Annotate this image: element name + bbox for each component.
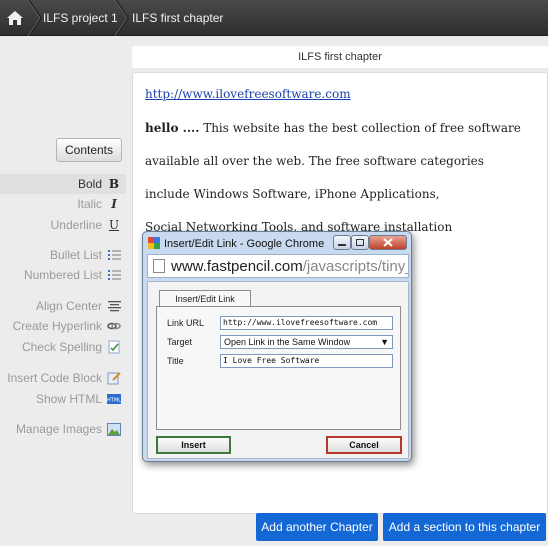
svg-text:HTML: HTML <box>107 398 121 404</box>
target-select-value: Open Link in the Same Window <box>224 337 351 347</box>
tool-label: Underline <box>50 218 102 232</box>
tool-numbered-list[interactable]: Numbered List <box>0 265 126 285</box>
tool-label: Numbered List <box>23 268 102 282</box>
images-icon <box>107 422 121 436</box>
chrome-icon <box>148 237 160 249</box>
maximize-button[interactable] <box>351 235 369 250</box>
minimize-icon <box>338 244 346 246</box>
tool-label: Italic <box>77 197 102 211</box>
title-label: Title <box>167 356 184 366</box>
numbered-list-icon <box>107 268 121 282</box>
url-path: /javascripts/tiny_mc <box>302 257 408 275</box>
insert-link-dialog: Insert/Edit Link - Google Chrome www.fas… <box>142 231 412 462</box>
tool-manage-images[interactable]: Manage Images <box>0 419 126 439</box>
tool-label: Bullet List <box>49 248 102 262</box>
add-section-button[interactable]: Add a section to this chapter <box>383 513 546 541</box>
home-icon <box>7 11 23 25</box>
add-chapter-button[interactable]: Add another Chapter <box>256 513 378 541</box>
maximize-icon <box>356 239 364 246</box>
minimize-button[interactable] <box>333 235 351 250</box>
tool-bullet-list[interactable]: Bullet List <box>0 245 126 265</box>
tool-label: Show HTML <box>35 392 102 406</box>
hyperlink-icon <box>107 319 121 333</box>
align-center-icon <box>107 299 121 313</box>
url-host: www.fastpencil.com <box>171 257 303 275</box>
tool-show-html[interactable]: Show HTML HTML <box>0 389 126 409</box>
tool-label: Bold <box>77 177 102 191</box>
tool-check-spelling[interactable]: Check Spelling <box>0 337 126 357</box>
cancel-button[interactable]: Cancel <box>326 436 402 454</box>
address-bar[interactable]: www.fastpencil.com/javascripts/tiny_mc <box>147 254 409 278</box>
tool-label: Insert Code Block <box>7 371 102 385</box>
tool-label: Align Center <box>35 299 102 313</box>
breadcrumb-separator-icon <box>115 0 129 36</box>
bold-icon: B <box>108 177 120 191</box>
target-select[interactable]: Open Link in the Same Window ▼ <box>220 335 393 349</box>
contents-button[interactable]: Contents <box>56 138 122 162</box>
close-button[interactable] <box>369 235 407 250</box>
paragraph-line-1: hello .... This website has the best col… <box>145 121 521 135</box>
bullet-list-icon <box>107 248 121 262</box>
tool-underline[interactable]: Underline U <box>0 215 126 235</box>
home-button[interactable] <box>0 0 30 36</box>
window-title: Insert/Edit Link - Google Chrome <box>164 238 325 250</box>
tab-insert-edit-link[interactable]: Insert/Edit Link <box>159 290 251 307</box>
breadcrumb-project[interactable]: ILFS project 1 <box>43 0 118 36</box>
tool-create-hyperlink[interactable]: Create Hyperlink <box>0 316 126 336</box>
insert-button[interactable]: Insert <box>156 436 231 454</box>
tool-label: Check Spelling <box>21 340 102 354</box>
hyperlink-text[interactable]: http://www.ilovefreesoftware.com <box>145 87 351 101</box>
chapter-title-bar: ILFS first chapter <box>132 46 548 68</box>
tool-label: Manage Images <box>15 422 102 436</box>
top-navigation-bar: ILFS project 1 ILFS first chapter <box>0 0 548 36</box>
breadcrumb-chapter[interactable]: ILFS first chapter <box>132 0 223 36</box>
spellcheck-icon <box>107 340 121 354</box>
italic-icon: I <box>111 197 117 211</box>
tool-insert-code-block[interactable]: Insert Code Block <box>0 368 126 388</box>
html-icon: HTML <box>107 392 121 406</box>
link-url-label: Link URL <box>167 318 205 328</box>
underline-icon: U <box>108 218 120 232</box>
dialog-body: Insert/Edit Link Link URL http://www.ilo… <box>147 281 409 459</box>
tool-bold[interactable]: Bold B <box>0 174 126 194</box>
target-label: Target <box>167 337 193 347</box>
title-input[interactable]: I Love Free Software <box>220 354 393 368</box>
tool-label: Create Hyperlink <box>12 319 102 333</box>
bold-text: hello .... <box>145 121 200 135</box>
code-block-icon <box>107 371 121 385</box>
breadcrumb-separator-icon <box>28 0 42 36</box>
dropdown-arrow-icon: ▼ <box>380 337 389 347</box>
paragraph-text: This website has the best collection of … <box>199 121 521 135</box>
link-form-panel: Link URL http://www.ilovefreesoftware.co… <box>156 306 401 430</box>
tool-align-center[interactable]: Align Center <box>0 296 126 316</box>
tool-italic[interactable]: Italic I <box>0 194 126 214</box>
paragraph-line-2: available all over the web. The free sof… <box>145 154 484 168</box>
paragraph-line-3: include Windows Software, iPhone Applica… <box>145 187 440 201</box>
page-icon <box>153 259 165 273</box>
close-icon <box>383 238 393 247</box>
link-url-input[interactable]: http://www.ilovefreesoftware.com <box>220 316 393 330</box>
